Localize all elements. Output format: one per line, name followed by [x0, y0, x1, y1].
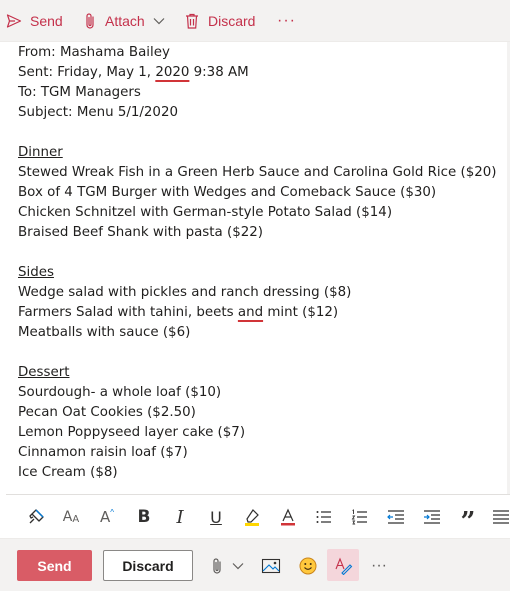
decrease-indent-icon[interactable] — [384, 495, 408, 539]
discard-button[interactable]: Discard — [103, 550, 193, 581]
discard-command-label: Discard — [208, 12, 256, 29]
italic-icon[interactable]: I — [168, 495, 192, 539]
menu-item: Sourdough- a whole loaf ($10) — [18, 385, 222, 400]
emoji-icon[interactable] — [294, 539, 322, 592]
grow-font-icon[interactable]: A ^ — [94, 495, 120, 539]
menu-item: Stewed Wreak Fish in a Green Herb Sauce … — [18, 165, 497, 180]
send-command-label: Send — [30, 12, 63, 29]
subject-line: Subject: Menu 5/1/2020 — [18, 105, 178, 120]
menu-item-farmers-salad: Farmers Salad with tahini, beets and min… — [18, 305, 339, 320]
section-heading-dinner: Dinner — [18, 145, 63, 160]
attach-command[interactable]: Attach — [84, 0, 165, 42]
format-painter-icon[interactable] — [24, 495, 50, 539]
send-command[interactable]: Send — [6, 0, 63, 42]
send-button[interactable]: Send — [17, 550, 92, 581]
discard-command[interactable]: Discard — [185, 0, 255, 42]
more-options-icon[interactable]: ··· — [366, 539, 392, 592]
to-line: To: TGM Managers — [18, 85, 141, 100]
menu-item: Braised Beef Shank with pasta ($22) — [18, 225, 263, 240]
attach-command-label: Attach — [105, 12, 145, 29]
menu-item: Chicken Schnitzel with German-style Pota… — [18, 205, 393, 220]
sent-line: Sent: Friday, May 1, 2020 9:38 AM — [18, 65, 249, 80]
highlighter-icon[interactable] — [240, 495, 264, 539]
underline-icon[interactable]: U — [204, 495, 228, 539]
menu-item: Cinnamon raisin loaf ($7) — [18, 445, 188, 460]
more-options-icon[interactable]: ··· — [277, 0, 296, 42]
spelling-flag[interactable]: 2020 — [155, 65, 189, 80]
menu-item: Wedge salad with pickles and ranch dress… — [18, 285, 352, 300]
font-icon[interactable]: AA — [58, 495, 84, 539]
paperclip-icon — [84, 12, 96, 30]
menu-item: Pecan Oat Cookies ($2.50) — [18, 405, 196, 420]
increase-indent-icon[interactable] — [420, 495, 444, 539]
formatting-toolbar: AA A ^ B I U ” — [6, 494, 510, 538]
chevron-down-icon[interactable] — [228, 539, 248, 592]
message-text: From: Mashama Bailey Sent: Friday, May 1… — [18, 43, 497, 483]
font-color-icon[interactable] — [276, 495, 300, 539]
menu-item: Box of 4 TGM Burger with Wedges and Come… — [18, 185, 437, 200]
message-body[interactable]: From: Mashama Bailey Sent: Friday, May 1… — [0, 42, 510, 494]
from-line: From: Mashama Bailey — [18, 45, 170, 60]
paperclip-icon[interactable] — [206, 539, 228, 592]
bullets-icon[interactable] — [312, 495, 336, 539]
menu-item: Meatballs with sauce ($6) — [18, 325, 191, 340]
numbering-icon[interactable] — [348, 495, 372, 539]
grammar-flag[interactable]: and — [238, 305, 263, 320]
editor-pen-icon[interactable] — [327, 549, 359, 581]
align-icon[interactable] — [490, 495, 510, 539]
quote-icon[interactable]: ” — [456, 495, 480, 539]
chevron-down-icon[interactable] — [153, 17, 165, 25]
image-icon[interactable] — [258, 539, 284, 592]
menu-item: Lemon Poppyseed layer cake ($7) — [18, 425, 246, 440]
send-icon — [6, 13, 22, 29]
menu-item: Ice Cream ($8) — [18, 465, 118, 480]
command-bar: Send Attach Discard ··· — [0, 0, 510, 42]
compose-action-bar: Send Discard ··· — [0, 538, 510, 591]
trash-icon — [185, 13, 199, 29]
section-heading-dessert: Dessert — [18, 365, 70, 380]
bold-icon[interactable]: B — [132, 495, 156, 539]
section-heading-sides: Sides — [18, 265, 54, 280]
